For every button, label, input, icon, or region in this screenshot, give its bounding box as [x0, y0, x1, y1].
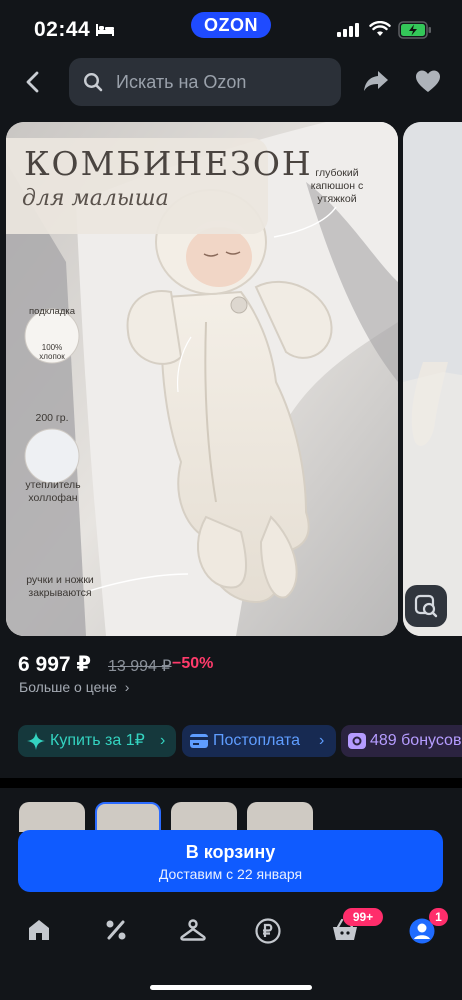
old-price: 13 994 ₽ — [108, 658, 172, 675]
product-photo[interactable]: КОМБИНЕЗОН для малыша глубокий капюшон с… — [6, 122, 398, 636]
note-weight: 200 гр. — [35, 412, 69, 424]
search-placeholder: Искать на Ozon — [116, 72, 247, 92]
discount-badge: −50% — [172, 655, 214, 672]
bonus-icon — [348, 733, 366, 749]
note-lining-label: подкладка — [28, 306, 76, 317]
search-icon — [83, 72, 103, 92]
ozon-logo: OZON — [191, 12, 271, 38]
add-to-cart-button[interactable]: В корзину Доставим с 22 января — [18, 830, 443, 892]
chevron-right-icon: › — [319, 732, 325, 749]
thumbnail[interactable] — [19, 802, 85, 832]
hanger-icon[interactable] — [180, 918, 206, 942]
back-arrow-icon[interactable] — [18, 66, 50, 98]
status-time: 02:44 — [34, 18, 91, 41]
sleep-mode-icon — [96, 24, 114, 36]
sparkle-icon — [27, 732, 45, 750]
product-gallery[interactable]: КОМБИНЕЗОН для малыша глубокий капюшон с… — [0, 122, 462, 638]
add-to-cart-label: В корзину — [185, 842, 276, 862]
thumbnail[interactable] — [171, 802, 237, 832]
thumbnail[interactable] — [247, 802, 313, 832]
note-cotton: 100% хлопок — [39, 343, 65, 361]
note-hood: глубокий капюшон с утяжкой — [310, 167, 364, 205]
chip-label: Купить за 1₽ — [50, 732, 145, 749]
note-closing: ручки и ножки закрываются — [26, 574, 94, 599]
wifi-icon — [369, 21, 391, 36]
chevron-right-icon: › — [160, 732, 166, 749]
section-divider — [0, 778, 462, 788]
visual-search-button[interactable] — [405, 585, 447, 627]
home-icon[interactable] — [27, 918, 51, 942]
postpay-chip[interactable]: Постоплата › — [182, 725, 336, 757]
more-about-price-link[interactable]: Больше о цене › — [19, 679, 129, 695]
chip-label: 489 бонусов — [370, 732, 462, 749]
percent-icon[interactable] — [104, 918, 128, 942]
delivery-date-label: Доставим с 22 января — [158, 866, 303, 882]
bonuses-chip[interactable]: 489 бонусов — [341, 725, 462, 757]
thumbnail-selected[interactable] — [95, 802, 161, 832]
current-price: 6 997 ₽ — [18, 653, 91, 676]
buy-for-1-ruble-chip[interactable]: Купить за 1₽ › — [18, 725, 176, 757]
profile-badge: 1 — [429, 908, 448, 926]
next-photo-preview — [403, 122, 462, 636]
chevron-right-icon: › — [124, 679, 130, 695]
more-about-price-label: Больше о цене — [19, 679, 117, 695]
status-bar: 02:44 OZON — [0, 0, 462, 56]
image-title: КОМБИНЕЗОН — [24, 144, 313, 183]
search-input[interactable]: Искать на Ozon — [69, 58, 341, 106]
visual-search-icon — [414, 594, 438, 618]
note-insulation: утеплитель холлофан — [25, 479, 81, 504]
home-indicator — [150, 985, 312, 990]
favorite-heart-icon[interactable] — [415, 69, 441, 93]
image-subtitle: для малыша — [22, 186, 169, 211]
chip-label: Постоплата — [213, 732, 301, 749]
next-product-photo[interactable] — [403, 122, 462, 636]
search-header: Искать на Ozon — [0, 56, 462, 114]
card-icon — [190, 734, 208, 748]
ruble-icon[interactable] — [255, 918, 281, 944]
battery-charging-icon — [398, 21, 431, 39]
cart-badge: 99+ — [343, 908, 383, 926]
share-icon[interactable] — [362, 68, 390, 94]
cellular-signal-icon — [337, 23, 359, 37]
